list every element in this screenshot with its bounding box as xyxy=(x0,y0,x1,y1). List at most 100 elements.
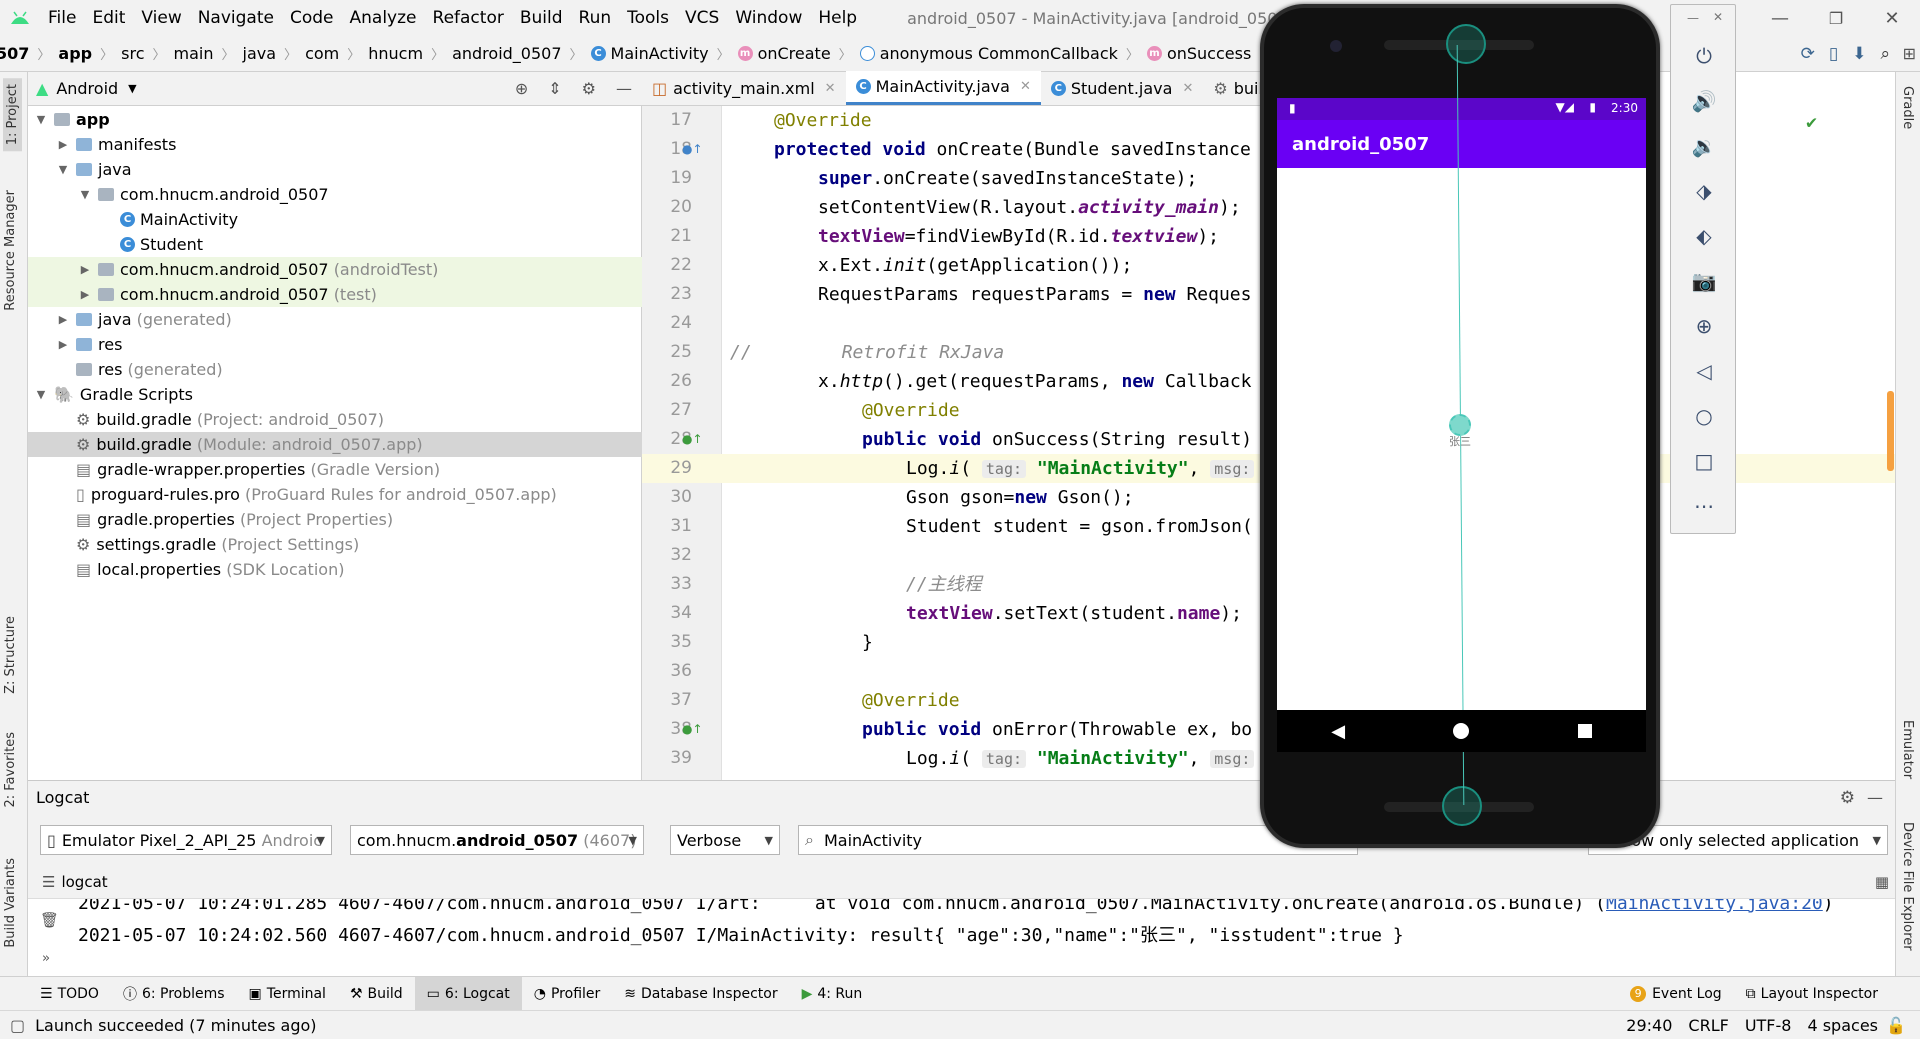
menu-edit[interactable]: Edit xyxy=(84,0,133,36)
breadcrumb-anonymous[interactable]: anonymous CommonCallback xyxy=(856,44,1122,63)
chevron-down-icon[interactable]: ▼ xyxy=(78,188,92,201)
inspection-ok-icon[interactable]: ✔ xyxy=(1806,112,1817,133)
tab-mainactivity[interactable]: C MainActivity.java ✕ xyxy=(845,71,1041,105)
layout-icon[interactable]: ▦ xyxy=(1875,873,1889,891)
hide-icon[interactable]: — xyxy=(616,79,632,98)
menu-vcs[interactable]: VCS xyxy=(677,0,727,36)
minimize-icon[interactable]: — xyxy=(1687,11,1699,25)
tree-item-settings-gradle[interactable]: ⚙ settings.gradle (Project Settings) xyxy=(28,532,642,557)
tree-item-local-properties[interactable]: ▤ local.properties (SDK Location) xyxy=(28,557,642,582)
home-icon[interactable] xyxy=(1453,723,1470,739)
tree-item-java-generated[interactable]: ▶ java (generated) xyxy=(28,307,642,332)
rotate-left-icon[interactable]: ⬗ xyxy=(1689,176,1719,206)
breadcrumb-src[interactable]: src xyxy=(117,44,148,63)
database-inspector-button[interactable]: ≋ Database Inspector xyxy=(612,977,789,1011)
chevron-down-icon[interactable]: ▼ xyxy=(128,82,136,95)
breadcrumb-onsuccess[interactable]: m onSuccess xyxy=(1143,44,1255,63)
sdk-manager-icon[interactable]: ⬇ xyxy=(1852,44,1866,64)
tree-item-androidtest[interactable]: ▶ com.hnucm.android_0507 (androidTest) xyxy=(28,257,642,282)
emulator-tab[interactable]: Emulator xyxy=(1900,720,1915,779)
more-options-icon[interactable]: ⋯ xyxy=(1689,491,1719,521)
menu-refactor[interactable]: Refactor xyxy=(425,0,512,36)
back-icon[interactable]: ◁ xyxy=(1689,356,1719,386)
favorites-tab[interactable]: 2: Favorites xyxy=(3,732,18,808)
breadcrumb-app[interactable]: app xyxy=(54,44,96,63)
project-tool-tab[interactable]: 1: Project xyxy=(3,78,22,152)
tree-item-mainactivity[interactable]: C MainActivity xyxy=(28,207,642,232)
override-marker-icon[interactable]: ●↑ xyxy=(682,142,703,156)
todo-button[interactable]: ☰ TODO xyxy=(28,977,111,1011)
resize-handle[interactable] xyxy=(1442,786,1482,826)
gear-icon[interactable]: ⚙ xyxy=(1840,788,1855,808)
menu-build[interactable]: Build xyxy=(512,0,571,36)
problems-button[interactable]: ⓘ 6: Problems xyxy=(111,977,237,1011)
logcat-output[interactable]: 2021-05-07 10:24:01.285 4607-4607/com.hn… xyxy=(28,898,1895,976)
volume-down-icon[interactable]: 🔉 xyxy=(1689,131,1719,161)
gradle-tab[interactable]: Gradle xyxy=(1900,86,1915,129)
close-icon[interactable]: ✕ xyxy=(1864,8,1920,29)
search-icon[interactable]: ⌕ xyxy=(1880,44,1890,64)
tree-item-student[interactable]: C Student xyxy=(28,232,642,257)
structure-tab[interactable]: Z: Structure xyxy=(3,616,18,694)
line-separator[interactable]: CRLF xyxy=(1688,1016,1728,1035)
process-select[interactable]: com.hnucm. android_0507 (4607) ▼ xyxy=(350,825,644,855)
tree-item-gradle-properties[interactable]: ▤ gradle.properties (Project Properties) xyxy=(28,507,642,532)
file-encoding[interactable]: UTF-8 xyxy=(1745,1016,1792,1035)
layout-inspector-button[interactable]: ⧉ Layout Inspector xyxy=(1734,977,1890,1011)
run-button[interactable]: ▶ 4: Run xyxy=(790,977,875,1011)
chevron-right-icon[interactable]: ▶ xyxy=(56,338,70,351)
tree-item-manifests[interactable]: ▶ manifests xyxy=(28,132,642,157)
restore-icon[interactable]: ❐ xyxy=(1808,9,1864,28)
close-tab-icon[interactable]: ✕ xyxy=(1182,81,1193,96)
hide-icon[interactable]: — xyxy=(1867,788,1883,807)
tree-item-gradle-scripts[interactable]: ▼ 🐘 Gradle Scripts xyxy=(28,382,642,407)
terminal-button[interactable]: ▣ Terminal xyxy=(237,977,338,1011)
tab-student[interactable]: C Student.java ✕ xyxy=(1041,71,1204,105)
override-marker-icon[interactable]: ●↑ xyxy=(682,722,703,736)
rotate-right-icon[interactable]: ⬖ xyxy=(1689,221,1719,251)
resize-handle[interactable] xyxy=(1446,24,1486,64)
status-icon[interactable]: ▢ xyxy=(10,1016,25,1035)
overview-icon[interactable]: □ xyxy=(1689,446,1719,476)
home-icon[interactable]: ○ xyxy=(1689,401,1719,431)
breadcrumb-com[interactable]: com xyxy=(301,44,343,63)
tree-item-package[interactable]: ▼ com.hnucm.android_0507 xyxy=(28,182,642,207)
tab-activity-main[interactable]: ◫ activity_main.xml ✕ xyxy=(642,71,846,105)
caret-position[interactable]: 29:40 xyxy=(1626,1016,1672,1035)
tree-item-app[interactable]: ▼ app xyxy=(28,107,642,132)
camera-icon[interactable]: 📷 xyxy=(1689,266,1719,296)
logcat-button[interactable]: ▭ 6: Logcat xyxy=(414,976,522,1011)
project-view-mode[interactable]: Android xyxy=(56,79,118,98)
power-icon[interactable]: ⏻ xyxy=(1689,41,1719,71)
log-level-select[interactable]: Verbose ▼ xyxy=(670,825,780,855)
volume-up-icon[interactable]: 🔊 xyxy=(1689,86,1719,116)
device-select[interactable]: ▯ Emulator Pixel_2_API_25 Androic ▼ xyxy=(40,825,332,855)
tree-item-test[interactable]: ▶ com.hnucm.android_0507 (test) xyxy=(28,282,642,307)
avd-manager-icon[interactable]: ▯ xyxy=(1829,44,1838,64)
minimize-icon[interactable]: — xyxy=(1752,8,1808,29)
breadcrumb-main[interactable]: main xyxy=(170,44,218,63)
menu-help[interactable]: Help xyxy=(810,0,865,36)
editor-scrollbar[interactable] xyxy=(1887,391,1894,471)
breadcrumb-project[interactable]: 507 xyxy=(0,44,33,63)
tree-item-gradle-wrapper[interactable]: ▤ gradle-wrapper.properties (Gradle Versi… xyxy=(28,457,642,482)
chevron-right-icon[interactable]: ▶ xyxy=(56,138,70,151)
menu-view[interactable]: View xyxy=(133,0,189,36)
gradle-elephant-icon[interactable]: ⊞ xyxy=(1903,44,1916,63)
breadcrumb-hnucm[interactable]: hnucm xyxy=(364,44,427,63)
chevron-right-icon[interactable]: ▶ xyxy=(78,263,92,276)
menu-code[interactable]: Code xyxy=(282,0,342,36)
breadcrumb-java[interactable]: java xyxy=(239,44,281,63)
chevron-right-icon[interactable]: ▶ xyxy=(78,288,92,301)
back-icon[interactable]: ◀ xyxy=(1331,721,1345,742)
chevron-right-icon[interactable]: ▶ xyxy=(56,313,70,326)
tree-item-res-generated[interactable]: res (generated) xyxy=(28,357,642,382)
tree-item-build-gradle-module[interactable]: ⚙ build.gradle (Module: android_0507.app) xyxy=(28,432,642,457)
tree-item-java[interactable]: ▼ java xyxy=(28,157,642,182)
collapse-icon[interactable]: ⇕ xyxy=(548,79,561,98)
clear-log-icon[interactable]: 🗑 xyxy=(40,911,59,929)
recents-icon[interactable] xyxy=(1577,724,1592,738)
chevron-down-icon[interactable]: ▼ xyxy=(34,113,48,126)
breadcrumb-oncreate[interactable]: m onCreate xyxy=(734,44,835,63)
breadcrumb-android-0507[interactable]: android_0507 xyxy=(448,44,565,63)
